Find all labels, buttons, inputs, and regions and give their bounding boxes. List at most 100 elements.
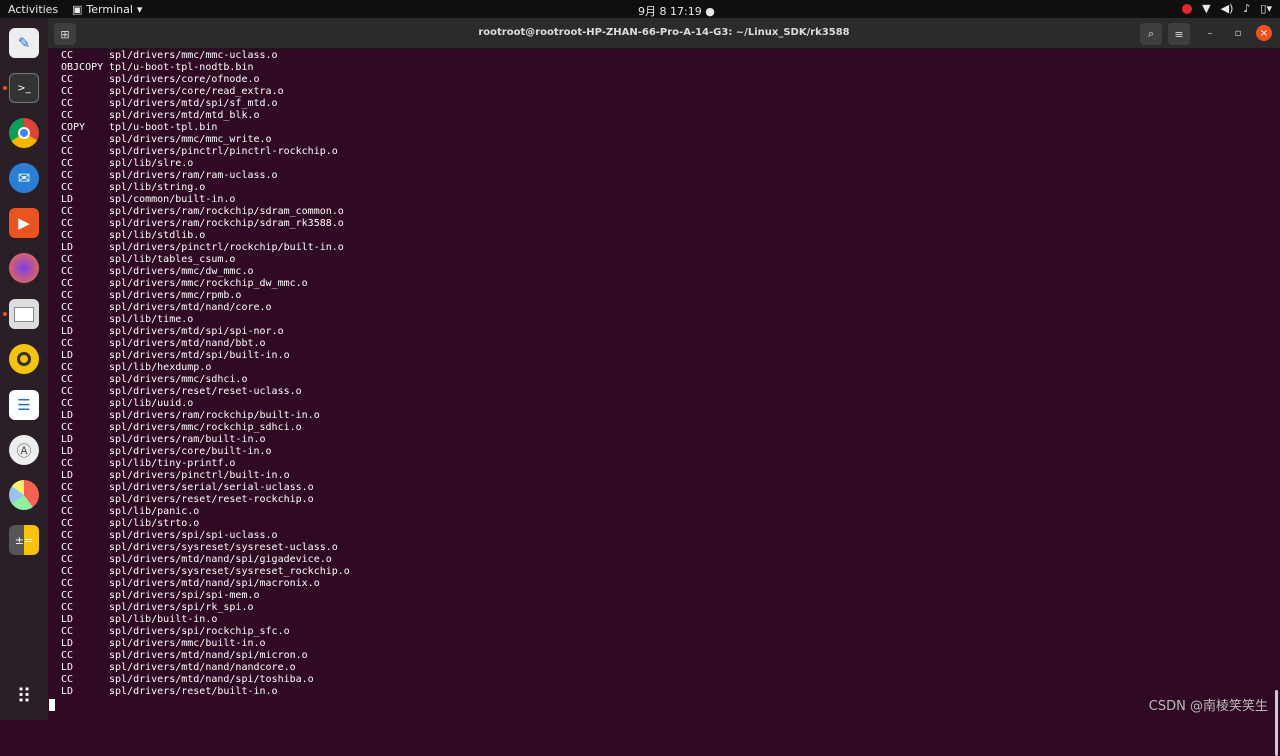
- terminal-line: CC spl/lib/panic.o: [61, 506, 199, 518]
- build-step: CC: [61, 518, 74, 529]
- scrollbar[interactable]: [1275, 690, 1278, 756]
- cursor: [49, 699, 55, 711]
- build-step: CC: [61, 590, 74, 601]
- terminal-line: CC spl/drivers/mmc/rpmb.o: [61, 290, 241, 302]
- terminal-line: CC spl/drivers/ram/rockchip/sdram_rk3588.…: [61, 218, 344, 230]
- terminal-line: OBJCOPY tpl/u-boot-tpl-nodtb.bin: [61, 62, 254, 74]
- build-target: spl/drivers/sysreset/sysreset-uclass.o: [109, 542, 338, 553]
- rhythmbox-icon[interactable]: [9, 344, 39, 374]
- build-step: CC: [61, 650, 74, 661]
- terminal-line: LD spl/drivers/ram/built-in.o: [61, 434, 266, 446]
- build-target: spl/drivers/spi/rockchip_sfc.o: [109, 626, 290, 637]
- build-step: LD: [61, 434, 74, 445]
- show-applications-icon[interactable]: ⠿: [9, 681, 39, 711]
- build-target: spl/drivers/pinctrl/built-in.o: [109, 470, 290, 481]
- system-tray[interactable]: ▼ ◀) ♪ ▯▾: [1182, 2, 1272, 15]
- terminal-line: CC spl/drivers/mtd/nand/spi/gigadevice.o: [61, 554, 332, 566]
- running-indicator: [3, 86, 7, 90]
- software-icon[interactable]: ▶: [9, 208, 39, 238]
- build-step: CC: [61, 290, 74, 301]
- microphone-icon: ♪: [1243, 2, 1251, 15]
- build-step: LD: [61, 614, 74, 625]
- terminal-line: CC spl/drivers/ram/ram-uclass.o: [61, 170, 278, 182]
- build-step: CC: [61, 170, 74, 181]
- build-target: spl/drivers/mmc/rockchip_dw_mmc.o: [109, 278, 308, 289]
- build-step: CC: [61, 218, 74, 229]
- thunderbird-icon[interactable]: ✉: [9, 163, 39, 193]
- build-target: spl/drivers/mtd/nand/spi/micron.o: [109, 650, 308, 661]
- terminal-line: CC spl/drivers/mtd/spi/sf_mtd.o: [61, 98, 278, 110]
- disk-usage-icon[interactable]: [9, 480, 39, 510]
- build-step: CC: [61, 566, 74, 577]
- build-step: CC: [61, 602, 74, 613]
- files-icon[interactable]: [9, 299, 39, 329]
- build-step: CC: [61, 110, 74, 121]
- build-target: spl/drivers/mmc/dw_mmc.o: [109, 266, 254, 277]
- terminal-line: LD spl/drivers/mmc/built-in.o: [61, 638, 266, 650]
- build-step: CC: [61, 158, 74, 169]
- battery-icon: ▯▾: [1260, 2, 1272, 15]
- calculator-icon[interactable]: ±=: [9, 525, 39, 555]
- build-target: spl/drivers/ram/rockchip/built-in.o: [109, 410, 320, 421]
- terminal-line: LD spl/drivers/ram/rockchip/built-in.o: [61, 410, 320, 422]
- terminal-line: CC spl/drivers/core/read_extra.o: [61, 86, 284, 98]
- menu-button[interactable]: ≡: [1168, 23, 1190, 45]
- maximize-button[interactable]: ▫: [1230, 25, 1246, 41]
- minimize-button[interactable]: –: [1202, 25, 1218, 41]
- build-target: spl/drivers/mtd/nand/nandcore.o: [109, 662, 296, 673]
- dock: ✎ >_ ✉ ▶ ☰ Ⓐ ±= ⠿: [0, 18, 48, 720]
- build-step: LD: [61, 242, 74, 253]
- build-target: spl/lib/tables_csum.o: [109, 254, 236, 265]
- build-step: CC: [61, 674, 74, 685]
- build-step: CC: [61, 230, 74, 241]
- clock[interactable]: 9月 8 17:19 ●: [638, 3, 715, 19]
- terminal-line: LD spl/common/built-in.o: [61, 194, 235, 206]
- build-target: spl/drivers/mmc/rpmb.o: [109, 290, 242, 301]
- build-target: spl/drivers/mmc/mmc-uclass.o: [109, 50, 278, 61]
- build-step: CC: [61, 458, 74, 469]
- terminal-line: CC spl/drivers/mmc/rockchip_sdhci.o: [61, 422, 302, 434]
- build-step: CC: [61, 398, 74, 409]
- terminal-line: CC spl/drivers/mtd/mtd_blk.o: [61, 110, 260, 122]
- writer-icon[interactable]: ☰: [9, 390, 39, 420]
- ubuntu-software-icon[interactable]: Ⓐ: [9, 435, 39, 465]
- app-menu-label: Terminal: [86, 3, 133, 16]
- build-target: spl/drivers/spi/rk_spi.o: [109, 602, 254, 613]
- build-target: spl/drivers/spi/spi-uclass.o: [109, 530, 278, 541]
- terminal-line: CC spl/lib/time.o: [61, 314, 193, 326]
- firefox-icon[interactable]: [9, 253, 39, 283]
- terminal-line: CC spl/drivers/sysreset/sysreset-uclass.o: [61, 542, 338, 554]
- search-button[interactable]: ⌕: [1140, 23, 1162, 45]
- terminal-output[interactable]: CC spl/drivers/mmc/mmc-uclass.o OBJCOPY tpl…: [48, 50, 1280, 756]
- text-editor-icon[interactable]: ✎: [9, 28, 39, 58]
- build-target: spl/drivers/core/built-in.o: [109, 446, 272, 457]
- build-step: CC: [61, 146, 74, 157]
- close-button[interactable]: ×: [1256, 25, 1272, 41]
- terminal-line: CC spl/lib/strto.o: [61, 518, 199, 530]
- activities-button[interactable]: Activities: [8, 3, 58, 16]
- build-target: spl/drivers/mtd/nand/spi/toshiba.o: [109, 674, 314, 685]
- wifi-icon: ▼: [1202, 2, 1211, 15]
- terminal-line: COPY tpl/u-boot-tpl.bin: [61, 122, 217, 134]
- build-target: spl/lib/stdlib.o: [109, 230, 206, 241]
- build-step: CC: [61, 422, 74, 433]
- terminal-icon[interactable]: >_: [9, 73, 39, 103]
- terminal-line: CC spl/lib/uuid.o: [61, 398, 193, 410]
- watermark: CSDN @南棱笑笑生: [1148, 699, 1268, 714]
- app-menu[interactable]: ▣ Terminal ▾: [72, 3, 142, 16]
- build-step: CC: [61, 86, 74, 97]
- build-step: OBJCOPY: [61, 62, 104, 73]
- terminal-line: CC spl/drivers/spi/rk_spi.o: [61, 602, 254, 614]
- terminal-line: CC spl/drivers/reset/reset-uclass.o: [61, 386, 302, 398]
- build-step: CC: [61, 98, 74, 109]
- clock-label: 9月 8 17:19: [638, 5, 702, 18]
- build-target: spl/drivers/mtd/nand/core.o: [109, 302, 272, 313]
- terminal-line: CC spl/drivers/mmc/mmc-uclass.o: [61, 50, 278, 62]
- chrome-icon[interactable]: [9, 118, 39, 148]
- build-step: CC: [61, 554, 74, 565]
- build-target: spl/drivers/ram/ram-uclass.o: [109, 170, 278, 181]
- terminal-line: CC spl/drivers/core/ofnode.o: [61, 74, 260, 86]
- chevron-down-icon: ▾: [136, 3, 143, 16]
- build-target: spl/drivers/core/ofnode.o: [109, 74, 260, 85]
- terminal-line: CC spl/lib/stdlib.o: [61, 230, 205, 242]
